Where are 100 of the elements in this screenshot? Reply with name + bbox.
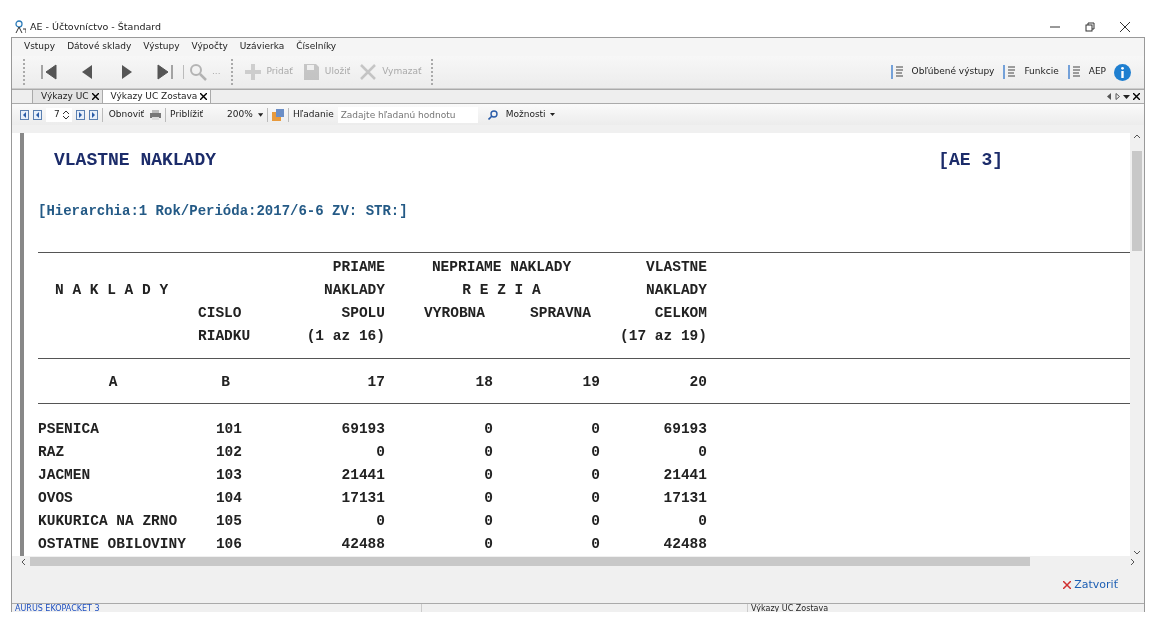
table-cell-text: 0 (484, 465, 494, 485)
info-icon[interactable] (1114, 63, 1131, 81)
menu-item[interactable]: Výpočty (185, 40, 234, 54)
table-cell-text: OVOS (38, 488, 73, 508)
tab[interactable]: Výkazy UC (32, 89, 103, 104)
table-cell-text: 17131 (341, 488, 386, 508)
table-cell-text: 103 (215, 465, 243, 485)
report-title: VLASTNE NAKLADY (54, 149, 217, 173)
close-icon[interactable] (1120, 22, 1130, 32)
list-icon (1002, 64, 1017, 81)
status-text: AURUS EKOPACKET 3 (12, 603, 422, 612)
tab[interactable]: Výkazy UC Zostava (101, 89, 212, 104)
column-heading: PRIAME (332, 257, 386, 277)
column-heading: NAKLADY (324, 280, 386, 300)
options-button[interactable]: Možnosti (501, 105, 559, 124)
table-cell-text: 0 (484, 511, 494, 531)
column-heading: VYROBNA (424, 303, 486, 323)
menu-item[interactable]: Výstupy (137, 40, 186, 54)
column-letter: A (108, 372, 118, 392)
scrollbar-thumb[interactable] (30, 557, 1030, 567)
menu-item[interactable]: Dátové sklady (61, 40, 138, 54)
column-letter: 20 (689, 372, 708, 392)
toolbar-button[interactable]: Obľúbené výstupy (885, 57, 999, 88)
app-icon (14, 20, 26, 34)
right-icon[interactable] (1115, 93, 1120, 101)
close-icon[interactable] (1133, 93, 1140, 101)
column-letter: B (221, 372, 230, 392)
table-cell-text: 0 (591, 465, 601, 485)
left-icon[interactable] (1107, 93, 1112, 101)
scrollbar-thumb[interactable] (1132, 151, 1142, 252)
printer-icon[interactable] (150, 109, 162, 120)
table-cell-text: 42488 (341, 534, 386, 554)
search-icon[interactable] (487, 109, 498, 120)
table-cell-text: 101 (215, 419, 243, 439)
plus-icon (242, 62, 263, 83)
toolbar-button[interactable]: AEP (1062, 57, 1110, 88)
report-parameters: [Hierarchia:1 Rok/Perióda:2017/6-6 ZV: STR:] (38, 203, 408, 220)
column-heading: CELKOM (654, 303, 708, 323)
table-cell-text: 69193 (341, 419, 386, 439)
refresh-button[interactable]: Obnoviť (106, 105, 147, 124)
table-cell-text: PSENICA (38, 419, 99, 439)
close-icon[interactable] (91, 93, 99, 101)
table-cell-text: JACMEN (38, 465, 91, 485)
table-cell-text: 17131 (663, 488, 708, 508)
table-cell-text: KUKURICA NA ZRNO (38, 511, 178, 531)
status-text: Výkazy UC Zostava (747, 603, 829, 612)
table-cell-text: 21441 (663, 465, 708, 485)
column-heading: SPRAVNA (530, 303, 592, 323)
list-icon (1066, 64, 1081, 81)
zoom-dropdown[interactable]: 200% (207, 108, 264, 122)
column-letter: 17 (367, 372, 386, 392)
scroll-right-icon[interactable] (1130, 557, 1136, 566)
page-spinner[interactable]: 7 (46, 108, 72, 122)
table-cell-text: 42488 (663, 534, 708, 554)
restore-icon[interactable] (1085, 22, 1095, 32)
column-heading: NEPRIAME NAKLADY (430, 257, 572, 277)
scroll-up-icon[interactable] (1133, 133, 1141, 140)
list-icon (889, 64, 904, 81)
table-cell-text: 0 (591, 534, 601, 554)
column-heading: RIADKU (197, 326, 251, 346)
close-button[interactable]: Zatvoriť (1057, 575, 1124, 595)
menu-item[interactable]: Vstupy (18, 40, 62, 54)
table-cell-text: 105 (215, 511, 243, 531)
column-heading: NAKLADY (646, 280, 708, 300)
table-cell-text: 0 (698, 511, 708, 531)
table-cell-text: 0 (484, 488, 494, 508)
column-letter: 18 (475, 372, 494, 392)
column-letter: 19 (582, 372, 601, 392)
menu-item[interactable]: Uzávierka (233, 40, 291, 54)
column-heading: N A K L A D Y (54, 280, 169, 300)
menu-item[interactable]: Číselníky (290, 40, 343, 54)
toolbar-button[interactable]: Funkcie (998, 57, 1063, 88)
column-heading: (17 az 19) (620, 326, 708, 346)
table-cell-text: 0 (376, 511, 386, 531)
table-cell-text: 0 (591, 511, 601, 531)
table-cell-text: 21441 (341, 465, 386, 485)
scroll-down-icon[interactable] (1133, 550, 1141, 557)
last-page-icon[interactable] (88, 109, 98, 120)
dropdown-icon[interactable] (1123, 93, 1130, 101)
close-icon[interactable] (200, 93, 208, 101)
first-page-icon[interactable] (20, 109, 29, 120)
table-cell-text: 0 (484, 419, 494, 439)
column-heading: (1 az 16) (306, 326, 386, 346)
first-icon (40, 62, 60, 83)
window-title: AE - Účtovníctvo - Štandard (30, 19, 162, 34)
table-cell-text: 0 (484, 534, 494, 554)
table-cell-text: 0 (591, 419, 601, 439)
table-cell-text: OSTATNE OBILOVINY (38, 534, 186, 554)
caret-icon (549, 113, 555, 117)
zoom-label: Priblížiť (170, 108, 204, 121)
last-icon (154, 62, 174, 83)
next-page-icon[interactable] (75, 109, 85, 120)
column-heading: CISLO (197, 303, 242, 323)
search-field[interactable]: Zadajte hľadanú hodnotu (337, 106, 478, 123)
export-icon[interactable] (272, 108, 285, 121)
table-cell-text: 0 (591, 488, 601, 508)
scroll-left-icon[interactable] (20, 557, 26, 566)
table-cell-text: 104 (215, 488, 243, 508)
previous-page-icon[interactable] (33, 109, 42, 120)
column-heading: SPOLU (341, 303, 386, 323)
